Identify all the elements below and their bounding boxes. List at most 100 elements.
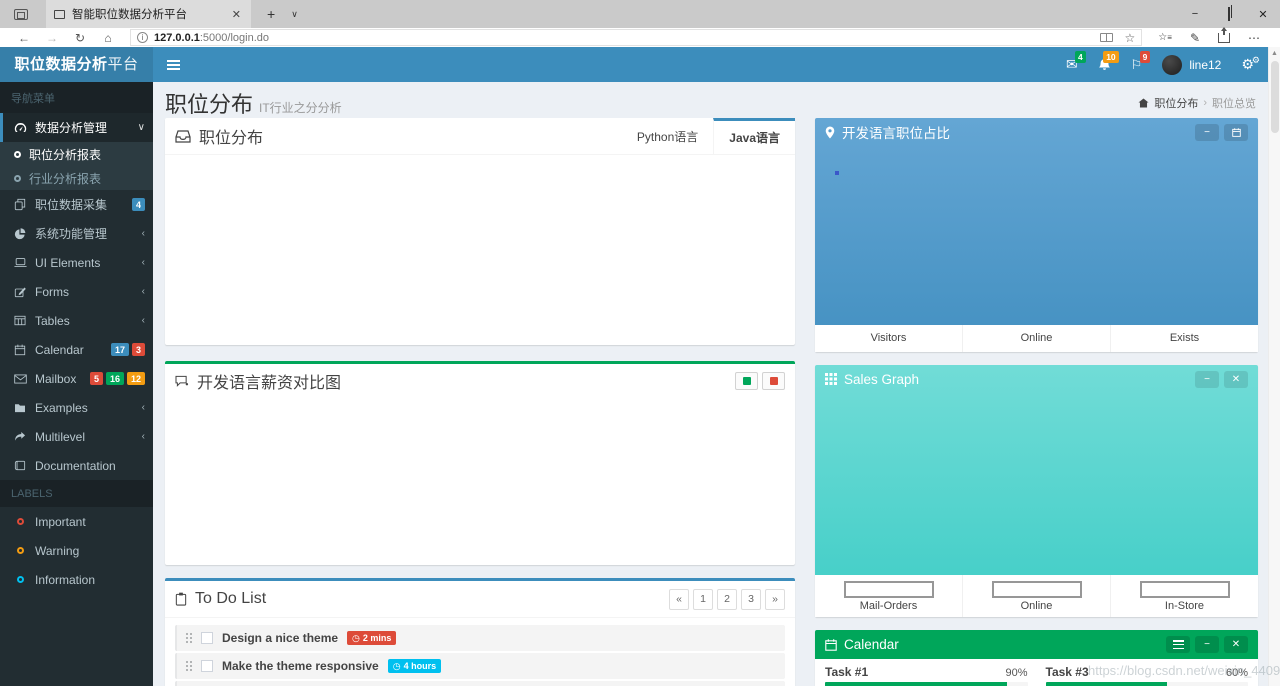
scrollbar-thumb[interactable]: [1271, 61, 1279, 133]
url-field[interactable]: i 127.0.0.1:5000/login.do ☆: [130, 29, 1143, 46]
files-icon: [13, 198, 27, 211]
clipboard-icon: [175, 592, 187, 606]
page-1-button[interactable]: 1: [693, 588, 713, 610]
comments-icon: [175, 375, 189, 387]
knob-in-store[interactable]: [1139, 580, 1230, 598]
annotate-pen-icon[interactable]: ✎: [1190, 31, 1200, 45]
sidebar: 导航菜单 数据分析管理 ∨ 职位分析报表 行业分析报表 职位数据采集 4 系统功…: [0, 82, 153, 686]
sidebar-item-mailbox[interactable]: Mailbox 5 16 12: [0, 364, 153, 393]
collapse-button[interactable]: −: [1195, 636, 1219, 653]
collapse-button[interactable]: −: [1195, 123, 1219, 141]
forward-icon[interactable]: →: [38, 31, 66, 45]
task-name: Task #1: [825, 665, 869, 679]
close-button[interactable]: ✕: [1246, 8, 1280, 21]
browser-tab[interactable]: 智能职位数据分析平台 ✕: [46, 0, 251, 28]
share-arrow-icon: [13, 431, 27, 442]
browser-tab-bar: 智能职位数据分析平台 ✕ + ∨ − ✕: [0, 0, 1280, 28]
remove-button[interactable]: [762, 372, 785, 390]
page-2-button[interactable]: 2: [717, 588, 737, 610]
mailbox-badge-3: 12: [126, 372, 145, 385]
breadcrumb-home[interactable]: 职位分布: [1154, 95, 1198, 111]
restore-button[interactable]: [1212, 7, 1246, 21]
task-percent: 60%: [1225, 667, 1248, 679]
sidebar-item-data-collect[interactable]: 职位数据采集 4: [0, 190, 153, 219]
messages-menu[interactable]: ✉ 4: [1066, 47, 1086, 82]
sidebar-item-important[interactable]: Important: [0, 507, 153, 536]
remove-button[interactable]: ✕: [1224, 636, 1248, 653]
collapse-button[interactable]: −: [1195, 370, 1219, 388]
sidebar-item-warning[interactable]: Warning: [0, 536, 153, 565]
browser-address-bar: ← → ↻ ⌂ i 127.0.0.1:5000/login.do ☆ ☆≡ ✎…: [0, 27, 1280, 47]
sidebar-item-examples[interactable]: Examples ‹: [0, 393, 153, 422]
user-name: line12: [1189, 57, 1222, 72]
reading-view-icon[interactable]: [1099, 33, 1113, 42]
task-percent: 90%: [1005, 667, 1028, 679]
todo-checkbox[interactable]: [201, 632, 213, 644]
jobs-box-title: 职位分布: [199, 130, 264, 147]
tasks-badge: 9: [1139, 51, 1151, 63]
calendar-tool-button[interactable]: [1224, 123, 1248, 141]
knob-label: Mail-Orders: [859, 599, 918, 612]
yellow-circle-icon: [16, 547, 24, 554]
page-scrollbar[interactable]: ▲: [1268, 47, 1280, 686]
page-3-button[interactable]: 3: [741, 588, 761, 610]
sidebar-item-information[interactable]: Information: [0, 565, 153, 594]
drag-handle-icon[interactable]: [186, 661, 192, 671]
red-square-icon: [769, 377, 778, 385]
sidebar-item-data-analysis[interactable]: 数据分析管理 ∨: [0, 113, 153, 142]
todo-checkbox[interactable]: [201, 660, 213, 672]
sidebar-item-industry-report[interactable]: 行业分析报表: [0, 166, 153, 190]
chevron-left-icon: ‹: [141, 431, 145, 442]
tasks-menu[interactable]: ⚐ 9: [1131, 47, 1151, 82]
url-text[interactable]: 127.0.0.1:5000/login.do: [154, 32, 1094, 44]
back-icon[interactable]: ←: [10, 31, 38, 45]
site-info-icon[interactable]: i: [137, 32, 148, 43]
clock-icon: ◷: [352, 632, 360, 643]
scroll-up-icon[interactable]: ▲: [1269, 47, 1280, 57]
user-menu[interactable]: line12: [1162, 47, 1221, 82]
sidebar-item-forms[interactable]: Forms ‹: [0, 277, 153, 306]
sidebar-item-job-report[interactable]: 职位分析报表: [0, 142, 153, 166]
notifications-menu[interactable]: 10: [1098, 47, 1119, 82]
map-marker-icon: [825, 126, 835, 139]
page-next-button[interactable]: »: [765, 588, 785, 610]
knob-mail-orders[interactable]: [843, 580, 934, 598]
tab-close-icon[interactable]: ✕: [230, 8, 243, 21]
language-ratio-box: 开发语言职位占比 − Visitors Online Exists: [815, 118, 1258, 352]
tab-dropdown-icon[interactable]: ∨: [291, 9, 298, 20]
tab-python[interactable]: Python语言: [622, 118, 713, 154]
todo-box: To Do List « 1 2 3 » Design a nice theme…: [165, 578, 795, 686]
remove-button[interactable]: ✕: [1224, 370, 1248, 388]
sidebar-item-system-manage[interactable]: 系统功能管理 ‹: [0, 219, 153, 248]
collapse-button[interactable]: [735, 372, 758, 390]
refresh-icon[interactable]: ↻: [66, 31, 94, 45]
todo-item[interactable]: Make the theme responsive ◷ 4 hours: [175, 653, 785, 679]
menu-tool-button[interactable]: [1166, 636, 1190, 653]
sidebar-item-documentation[interactable]: Documentation: [0, 451, 153, 480]
messages-badge: 4: [1074, 51, 1086, 63]
sidebar-item-calendar[interactable]: Calendar 17 3: [0, 335, 153, 364]
favorite-star-icon[interactable]: ☆: [1125, 31, 1136, 45]
sidebar-item-tables[interactable]: Tables ‹: [0, 306, 153, 335]
page-prev-button[interactable]: «: [669, 588, 689, 610]
new-tab-button[interactable]: +: [267, 6, 275, 22]
todo-item[interactable]: Let theme shine like a star ◷1 day: [175, 681, 785, 686]
minimize-button[interactable]: −: [1178, 8, 1212, 20]
sidebar-item-multilevel[interactable]: Multilevel ‹: [0, 422, 153, 451]
tab-preview-icon[interactable]: [14, 8, 28, 20]
sidebar-labels-header: LABELS: [0, 480, 153, 507]
knob-online[interactable]: [991, 580, 1082, 598]
sidebar-toggle-button[interactable]: [153, 47, 193, 82]
todo-item[interactable]: Design a nice theme ◷ 2 mins: [175, 625, 785, 651]
brand-logo[interactable]: 职位数据分析平台: [0, 47, 153, 82]
drag-handle-icon[interactable]: [186, 633, 192, 643]
circle-icon: [14, 174, 21, 182]
more-options-icon[interactable]: ⋯: [1248, 31, 1262, 45]
home-icon[interactable]: ⌂: [94, 31, 122, 45]
favorites-list-icon[interactable]: ☆≡: [1158, 32, 1172, 43]
share-icon[interactable]: [1218, 27, 1230, 43]
sidebar-item-ui-elements[interactable]: UI Elements ‹: [0, 248, 153, 277]
sidebar-nav-header: 导航菜单: [0, 82, 153, 113]
tab-java[interactable]: Java语言: [713, 118, 795, 154]
settings-gear-icon[interactable]: ⚙ ⚙: [1241, 47, 1260, 82]
